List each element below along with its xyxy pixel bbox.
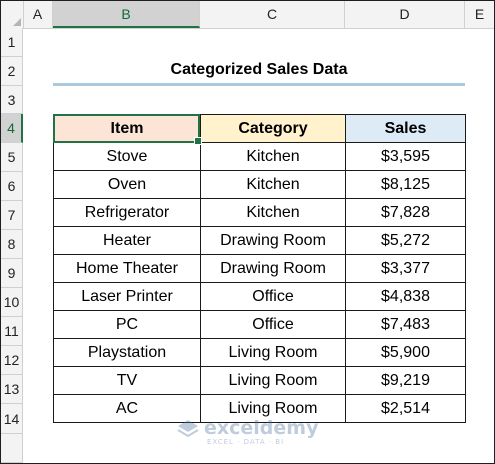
cell-category[interactable]: Office	[200, 310, 346, 339]
row-header-1[interactable]: 1	[1, 28, 23, 57]
cell-sales[interactable]: $8,125	[345, 170, 466, 199]
row-header-2[interactable]: 2	[1, 57, 23, 86]
cell-sales[interactable]: $3,377	[345, 254, 466, 283]
cell-sales[interactable]: $5,272	[345, 226, 466, 255]
column-header-d[interactable]: D	[345, 1, 465, 28]
cell-item[interactable]: Stove	[53, 142, 201, 171]
sales-table: Item Category Sales Stove Kitchen $3,595…	[53, 114, 466, 423]
select-all-triangle-icon	[13, 18, 21, 26]
table-row: Stove Kitchen $3,595	[53, 142, 466, 171]
row-header-8[interactable]: 8	[1, 230, 23, 259]
cell-sales[interactable]: $4,838	[345, 282, 466, 311]
cell-item[interactable]: PC	[53, 310, 201, 339]
cell-sales[interactable]: $7,828	[345, 198, 466, 227]
cell-category[interactable]: Kitchen	[200, 198, 346, 227]
row-header-12[interactable]: 12	[1, 346, 23, 375]
title-underline	[53, 83, 465, 86]
watermark-name: exceldemy	[204, 417, 319, 439]
watermark-tagline: EXCEL · DATA · BI	[207, 438, 285, 446]
cell-category[interactable]: Office	[200, 282, 346, 311]
cell-category[interactable]: Kitchen	[200, 170, 346, 199]
cell-item[interactable]: Refrigerator	[53, 198, 201, 227]
row-header-9[interactable]: 9	[1, 259, 23, 288]
table-header-row: Item Category Sales	[53, 114, 466, 143]
row-header-5[interactable]: 5	[1, 143, 23, 172]
table-row: PC Office $7,483	[53, 310, 466, 339]
table-row: Refrigerator Kitchen $7,828	[53, 198, 466, 227]
header-category[interactable]: Category	[200, 114, 346, 143]
row-header-10[interactable]: 10	[1, 288, 23, 317]
cell-item[interactable]: Laser Printer	[53, 282, 201, 311]
header-item[interactable]: Item	[53, 114, 201, 143]
row-header-4[interactable]: 4	[1, 114, 23, 143]
sheet-title[interactable]: Categorized Sales Data	[53, 55, 465, 84]
cell-sales[interactable]: $3,595	[345, 142, 466, 171]
table-row: Laser Printer Office $4,838	[53, 282, 466, 311]
cell-category[interactable]: Living Room	[200, 366, 346, 395]
cell-sales[interactable]: $2,514	[345, 394, 466, 423]
spreadsheet: A B C D E 1 2 3 4 5 6 7 8 9 10 11 12 13 …	[0, 0, 495, 464]
column-header-e[interactable]: E	[465, 1, 494, 28]
cell-sales[interactable]: $5,900	[345, 338, 466, 367]
row-header-6[interactable]: 6	[1, 172, 23, 201]
column-header-a[interactable]: A	[23, 1, 53, 28]
column-header-b[interactable]: B	[53, 1, 200, 28]
table-row: Heater Drawing Room $5,272	[53, 226, 466, 255]
row-header-14[interactable]: 14	[1, 404, 23, 434]
row-header-15[interactable]	[1, 434, 23, 463]
exceldemy-watermark: exceldemy EXCEL · DATA · BI	[177, 417, 327, 447]
table-row: TV Living Room $9,219	[53, 366, 466, 395]
table-row: Playstation Living Room $5,900	[53, 338, 466, 367]
cell-item[interactable]: TV	[53, 366, 201, 395]
cell-category[interactable]: Drawing Room	[200, 226, 346, 255]
cell-category[interactable]: Drawing Room	[200, 254, 346, 283]
column-header-bar: A B C D E	[1, 1, 494, 29]
row-header-11[interactable]: 11	[1, 317, 23, 346]
header-sales[interactable]: Sales	[345, 114, 466, 143]
cell-item[interactable]: Home Theater	[53, 254, 201, 283]
row-header-3[interactable]: 3	[1, 86, 23, 114]
cell-sales[interactable]: $9,219	[345, 366, 466, 395]
table-row: Home Theater Drawing Room $3,377	[53, 254, 466, 283]
cell-category[interactable]: Kitchen	[200, 142, 346, 171]
row-header-13[interactable]: 13	[1, 375, 23, 404]
cell-item[interactable]: Heater	[53, 226, 201, 255]
select-all-corner[interactable]	[1, 1, 24, 28]
cell-sales[interactable]: $7,483	[345, 310, 466, 339]
table-row: Oven Kitchen $8,125	[53, 170, 466, 199]
row-header-7[interactable]: 7	[1, 201, 23, 230]
column-header-c[interactable]: C	[200, 1, 345, 28]
exceldemy-logo-icon	[177, 420, 199, 438]
cell-item[interactable]: Playstation	[53, 338, 201, 367]
cell-category[interactable]: Living Room	[200, 338, 346, 367]
cell-item[interactable]: Oven	[53, 170, 201, 199]
